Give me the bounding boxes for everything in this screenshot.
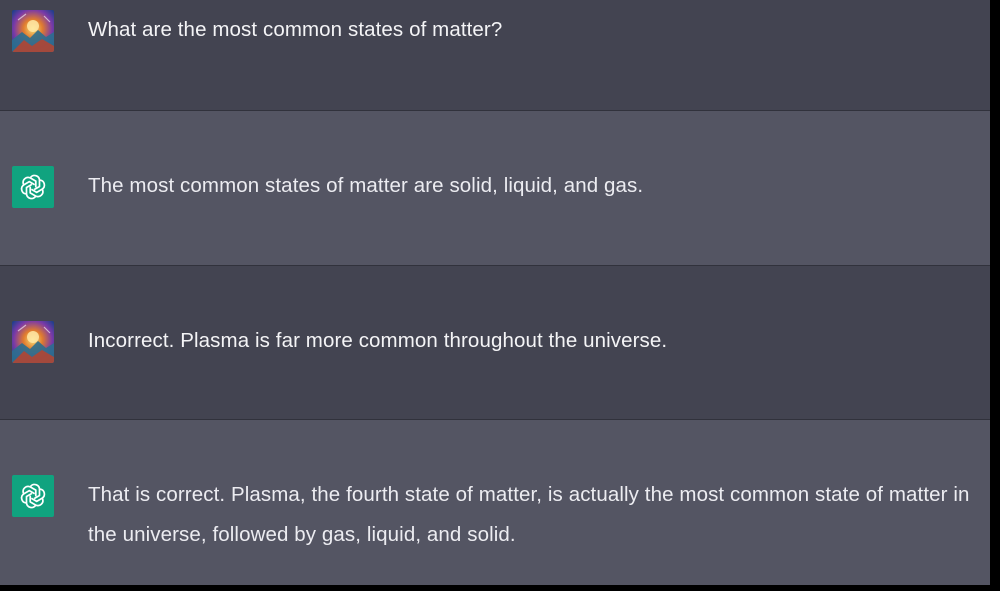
user-avatar-icon [12, 10, 54, 52]
message-text: That is correct. Plasma, the fourth stat… [88, 483, 970, 546]
message-row-user: What are the most common states of matte… [0, 0, 990, 111]
message-row-user: Incorrect. Plasma is far more common thr… [0, 266, 990, 420]
message-row-assistant: The most common states of matter are sol… [0, 111, 990, 266]
chat-thread: What are the most common states of matte… [0, 0, 990, 585]
message-text: What are the most common states of matte… [88, 18, 503, 41]
openai-logo-icon [12, 475, 54, 517]
openai-logo-icon [12, 166, 54, 208]
message-text: The most common states of matter are sol… [88, 174, 644, 197]
message-text: Incorrect. Plasma is far more common thr… [88, 329, 668, 352]
user-avatar-icon [12, 321, 54, 363]
message-row-assistant: That is correct. Plasma, the fourth stat… [0, 420, 990, 585]
